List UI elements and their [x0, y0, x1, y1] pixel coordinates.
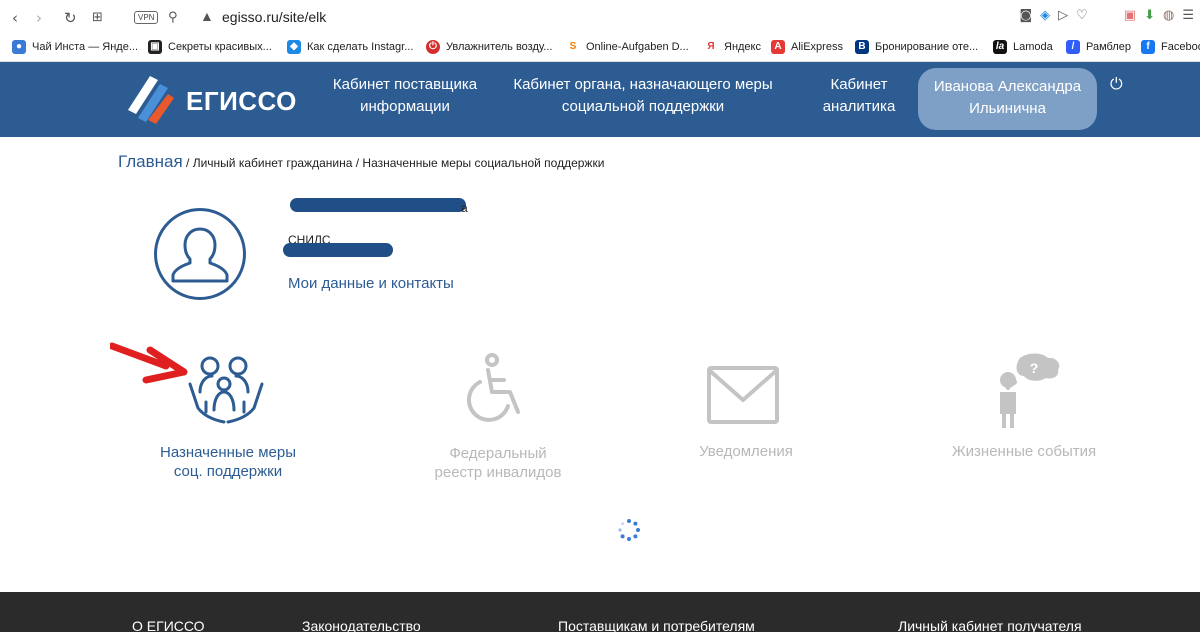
bookmark-favicon-icon: ⏻: [426, 40, 440, 54]
bookmark-favicon-icon: Я: [704, 40, 718, 54]
user-menu-button[interactable]: Иванова Александра Ильинична: [918, 68, 1097, 130]
tile-life-events-label[interactable]: Жизненные события: [914, 442, 1134, 461]
address-bar[interactable]: egisso.ru/site/elk: [222, 9, 326, 25]
bookmark-favicon-icon: /: [1066, 40, 1080, 54]
tile-life-events[interactable]: ?: [994, 352, 1062, 428]
back-icon[interactable]: ‹: [12, 9, 18, 27]
reload-icon[interactable]: ↻: [64, 9, 77, 27]
site-header: ЕГИССО Кабинет поставщика информации Каб…: [0, 62, 1200, 137]
browser-toolbar: ‹ › ↻ ⊞ VPN ⚲ ▲ egisso.ru/site/elk ◙ ◈ ▷…: [0, 0, 1200, 36]
user-silhouette-icon: [171, 227, 229, 283]
tabs-grid-icon[interactable]: ⊞: [92, 9, 103, 27]
bookmark-favicon-icon: B: [855, 40, 869, 54]
tile-assigned-measures-label[interactable]: Назначенные меры соц. поддержки: [118, 443, 338, 481]
wheelchair-icon: [466, 353, 520, 422]
heart-icon[interactable]: ♡: [1076, 8, 1088, 23]
bookmark-item[interactable]: / Рамблер: [1066, 40, 1131, 54]
bookmarks-bar: ● Чай Инста — Янде... ▣ Секреты красивых…: [0, 36, 1200, 62]
red-arrow-icon: [110, 342, 188, 384]
bookmark-item[interactable]: Я Яндекс: [704, 40, 761, 54]
bookmark-item[interactable]: ◆ Как сделать Instagr...: [287, 40, 413, 54]
menu-icon[interactable]: ☰: [1182, 8, 1194, 23]
bookmark-item[interactable]: B Бронирование оте...: [855, 40, 978, 54]
breadcrumb: Главная / Личный кабинет гражданина / На…: [118, 152, 604, 172]
extension-2-icon[interactable]: ◍: [1163, 8, 1174, 23]
bookmark-favicon-icon: la: [993, 40, 1007, 54]
logo-text[interactable]: ЕГИССО: [186, 86, 297, 117]
site-footer: О ЕГИССО Законодательство Поставщикам и …: [0, 592, 1200, 634]
bookmark-favicon-icon: ▣: [148, 40, 162, 54]
loading-spinner-icon: [618, 519, 640, 541]
bookmark-item[interactable]: ⏻ Увлажнитель возду...: [426, 40, 552, 54]
bookmark-favicon-icon: f: [1141, 40, 1155, 54]
family-hands-icon: [188, 356, 264, 424]
bookmark-item[interactable]: f Faceboo: [1141, 40, 1200, 54]
toolbar-right-icons: ◙ ◈ ▷ ♡ ▣ ⬇ ◍ ☰: [1020, 8, 1194, 23]
breadcrumb-path: / Личный кабинет гражданина / Назначенны…: [182, 156, 605, 170]
logout-power-icon[interactable]: ⏻: [1110, 74, 1123, 94]
bookmark-favicon-icon: ◆: [287, 40, 301, 54]
breadcrumb-home-link[interactable]: Главная: [118, 152, 183, 171]
bookmark-favicon-icon: A: [771, 40, 785, 54]
bookmark-item[interactable]: ● Чай Инста — Янде...: [12, 40, 138, 54]
nav-authority-cabinet[interactable]: Кабинет органа, назначающего меры социал…: [506, 74, 780, 118]
warning-icon[interactable]: ▲: [200, 8, 214, 24]
shield-icon[interactable]: ◈: [1040, 8, 1050, 23]
tile-assigned-measures[interactable]: [186, 354, 266, 430]
vpn-badge[interactable]: VPN: [134, 11, 159, 24]
bookmark-favicon-icon: ●: [12, 40, 26, 54]
my-data-contacts-link[interactable]: Мои данные и контакты: [288, 275, 454, 292]
nav-provider-cabinet[interactable]: Кабинет поставщика информации: [310, 74, 500, 118]
send-icon[interactable]: ▷: [1058, 8, 1068, 23]
forward-icon[interactable]: ›: [36, 9, 42, 27]
name-tail-text: а: [461, 201, 468, 215]
redacted-snils: [283, 243, 393, 257]
thinking-person-icon: ?: [1000, 353, 1060, 428]
bookmark-favicon-icon: S: [566, 40, 580, 54]
envelope-icon: [707, 366, 779, 424]
bookmark-item[interactable]: S Online-Aufgaben D...: [566, 40, 689, 54]
tile-disability-registry[interactable]: [458, 352, 530, 422]
camera-icon[interactable]: ◙: [1020, 8, 1033, 23]
tile-disability-registry-label[interactable]: Федеральный реестр инвалидов: [388, 444, 608, 482]
extension-icon[interactable]: ▣: [1124, 8, 1136, 23]
tile-notifications[interactable]: [706, 364, 780, 426]
bookmark-item[interactable]: ▣ Секреты красивых...: [148, 40, 272, 54]
egisso-logo-icon[interactable]: [128, 76, 174, 124]
bookmark-item[interactable]: A AliExpress: [771, 40, 843, 54]
nav-analyst-cabinet[interactable]: Кабинет аналитика: [812, 74, 906, 118]
avatar: [154, 208, 246, 300]
svg-text:?: ?: [1030, 360, 1039, 376]
tile-notifications-label[interactable]: Уведомления: [636, 442, 856, 461]
download-icon[interactable]: ⬇: [1144, 8, 1155, 23]
redacted-name: [290, 198, 466, 212]
bookmark-item[interactable]: la Lamoda: [993, 40, 1053, 54]
key-icon[interactable]: ⚲: [168, 9, 178, 27]
